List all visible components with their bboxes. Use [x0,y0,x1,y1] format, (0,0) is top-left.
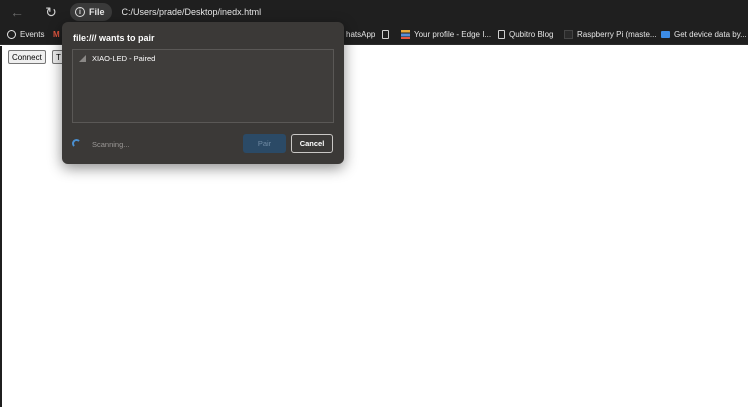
site-info-chip[interactable]: i File [70,3,112,21]
scanning-status: Scanning... [92,140,130,149]
threads-icon [7,30,16,39]
loading-spinner-icon [72,139,81,148]
gmail-icon: M [53,30,60,39]
site-info-label: File [89,7,105,17]
back-arrow-icon: ← [10,4,24,20]
pair-button[interactable]: Pair [243,134,286,153]
book-icon [661,31,670,38]
reload-button[interactable]: ↻ [40,1,62,23]
bookmark-raspberry-pi[interactable]: Raspberry Pi (maste... [564,27,657,42]
bookmark-get-device-data[interactable]: Get device data by... [661,27,747,42]
device-list: XIAO-LED - Paired [72,49,334,123]
back-button[interactable]: ← [6,1,28,23]
page-icon [382,30,389,39]
bookmark-edge-profile[interactable]: Your profile - Edge I... [401,27,491,42]
bluetooth-pair-dialog: file:/// wants to pair XIAO-LED - Paired… [62,22,344,164]
bookmark-page[interactable] [382,27,389,42]
bookmark-whatsapp[interactable]: hatsApp [346,27,375,42]
info-icon: i [75,7,85,17]
page-icon [498,30,505,39]
device-name: XIAO-LED - Paired [92,54,156,63]
bookmark-events[interactable]: Events [7,27,44,42]
connect-button[interactable]: Connect [8,50,46,64]
dialog-title: file:/// wants to pair [73,33,155,43]
stack-icon [401,30,410,39]
bookmark-qubitro-blog[interactable]: Qubitro Blog [498,27,553,42]
cancel-button[interactable]: Cancel [291,134,333,153]
signal-strength-icon [79,55,86,62]
address-bar[interactable]: C:/Users/prade/Desktop/inedx.html [122,7,262,17]
bookmark-gmail[interactable]: M [53,27,60,42]
reload-icon: ↻ [45,3,57,20]
square-icon [564,30,573,39]
device-item[interactable]: XIAO-LED - Paired [79,54,155,63]
browser-toolbar: ← ↻ i File C:/Users/prade/Desktop/inedx.… [0,0,748,24]
